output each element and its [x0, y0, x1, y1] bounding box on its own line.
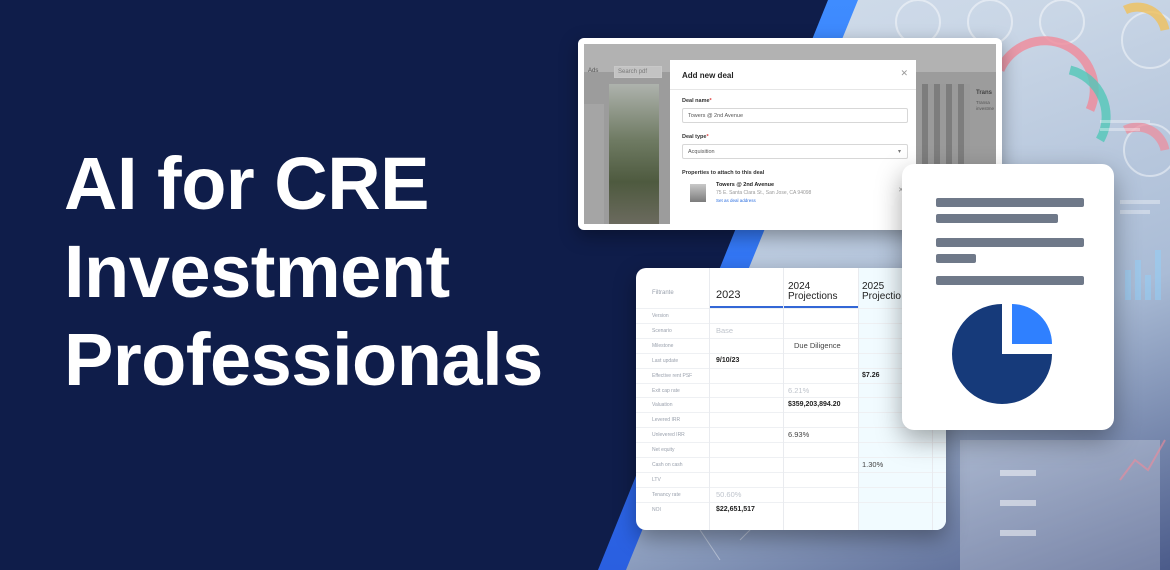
column-divider	[783, 268, 784, 530]
row-label: Effective rent PSF	[652, 372, 693, 379]
row-label: Unlevered IRR	[652, 432, 685, 439]
hero-banner: AI for CRE Investment Professionals Ads …	[0, 0, 1170, 570]
table-cell[interactable]: 6.21%	[788, 386, 809, 395]
document-report-icon	[902, 164, 1114, 430]
deal-type-label: Deal type*	[682, 134, 709, 140]
row-label: Version	[652, 313, 669, 319]
table-cell[interactable]: Base	[716, 326, 733, 335]
app-tab[interactable]: Ads	[588, 68, 598, 74]
row-label: Cash on cash	[652, 462, 683, 468]
deal-name-label: Deal name*	[682, 98, 712, 104]
chevron-down-icon: ▾	[897, 149, 901, 155]
table-cell[interactable]: 9/10/23	[716, 357, 739, 364]
row-label: LTV	[652, 476, 661, 483]
row-label: Scenario	[652, 327, 672, 334]
property-name: Towers @ 2nd Avenue	[716, 182, 775, 188]
app-right-title: Trans	[976, 90, 993, 96]
row-label: NOI	[652, 506, 661, 513]
doc-text-line	[936, 238, 1084, 247]
table-row: Valuation $359,203,894.20	[636, 397, 946, 412]
close-icon[interactable]: ✕	[900, 68, 908, 79]
filter-label: Filtrante	[652, 290, 674, 296]
column-header-2023[interactable]: 2023	[716, 290, 740, 301]
projections-table-card: Filtrante 2023 2024 Projections 2025 Pro…	[636, 268, 946, 530]
doc-text-line	[936, 276, 1084, 285]
table-row: Tenancy rate 50.60%	[636, 486, 946, 502]
row-label: Milestone	[652, 342, 674, 349]
column-2024-subtitle: Projections	[788, 291, 838, 302]
table-row: Version	[636, 308, 946, 323]
column-header-2025[interactable]: 2025 Projectio	[862, 282, 901, 302]
column-divider	[709, 268, 710, 530]
property-address: 75 E. Santa Clara St., San Jose, CA 9409…	[716, 190, 812, 196]
row-label: Last update	[652, 357, 679, 364]
doc-text-line	[936, 198, 1084, 207]
building-photo-left	[609, 84, 659, 224]
set-deal-address-link[interactable]: Set as deal address	[716, 198, 756, 203]
table-row: Unlevered IRR 6.93%	[636, 427, 946, 442]
modal-title: Add new deal	[682, 71, 734, 80]
table-row: Last update 9/10/23	[636, 352, 946, 368]
table-cell[interactable]: 1.30%	[862, 460, 883, 469]
table-cell[interactable]: 6.93%	[788, 430, 809, 439]
doc-text-line	[936, 214, 1058, 223]
property-thumbnail	[690, 184, 706, 202]
row-label: Net equity	[652, 447, 675, 454]
deal-type-select[interactable]: Acquisition ▾	[682, 144, 908, 159]
doc-text-line	[936, 254, 976, 263]
property-item: Towers @ 2nd Avenue 75 E. Santa Clara St…	[682, 178, 908, 214]
table-row: Effective rent PSF $7.26	[636, 367, 946, 383]
row-label: Levered IRR	[652, 417, 681, 424]
table-row: Milestone Due Diligence	[636, 337, 946, 353]
deal-type-value: Acquisition	[688, 149, 715, 155]
column-header-2024[interactable]: 2024 Projections	[788, 282, 837, 302]
table-row: NOI $22,651,517	[636, 501, 946, 517]
add-deal-modal: Add new deal ✕ Deal name* Towers @ 2nd A…	[670, 60, 916, 224]
headline-line-2: Investment	[64, 230, 450, 313]
app-search-input[interactable]: Search pdf	[614, 66, 662, 78]
table-row: Net equity	[636, 442, 946, 457]
table-cell[interactable]: $359,203,894.20	[788, 401, 841, 408]
headline-line-1: AI for CRE	[64, 142, 430, 225]
column-divider	[858, 268, 859, 530]
table-cell[interactable]: $7.26	[862, 372, 880, 379]
table-cell[interactable]: 50.60%	[716, 490, 741, 499]
modal-header: Add new deal ✕	[670, 60, 916, 90]
properties-label: Properties to attach to this deal	[682, 170, 765, 176]
app-sidebar	[584, 104, 604, 224]
app-right-subtitle: Transa	[976, 100, 990, 105]
table-row: Scenario Base	[636, 322, 946, 338]
row-label: Tenancy rate	[652, 491, 681, 498]
row-label: Exit cap rate	[652, 387, 680, 394]
table-row: Levered IRR	[636, 412, 946, 427]
app-right-subtitle-2: investme	[976, 106, 995, 111]
table-row: LTV	[636, 471, 946, 487]
column-2025-subtitle: Projectio	[862, 291, 901, 302]
pie-slice-highlight	[1012, 304, 1052, 344]
pie-chart-icon	[952, 304, 1052, 404]
table-header: Filtrante 2023 2024 Projections 2025 Pro…	[636, 268, 946, 308]
table-row: Exit cap rate 6.21%	[636, 382, 946, 398]
table-cell[interactable]: $22,651,517	[716, 506, 755, 513]
table-row: Cash on cash 1.30%	[636, 457, 946, 472]
deal-name-input[interactable]: Towers @ 2nd Avenue	[682, 108, 908, 123]
row-label: Valuation	[652, 402, 673, 409]
headline: AI for CRE Investment Professionals	[64, 140, 624, 404]
headline-line-3: Professionals	[64, 318, 543, 401]
table-cell[interactable]: Due Diligence	[794, 341, 841, 350]
